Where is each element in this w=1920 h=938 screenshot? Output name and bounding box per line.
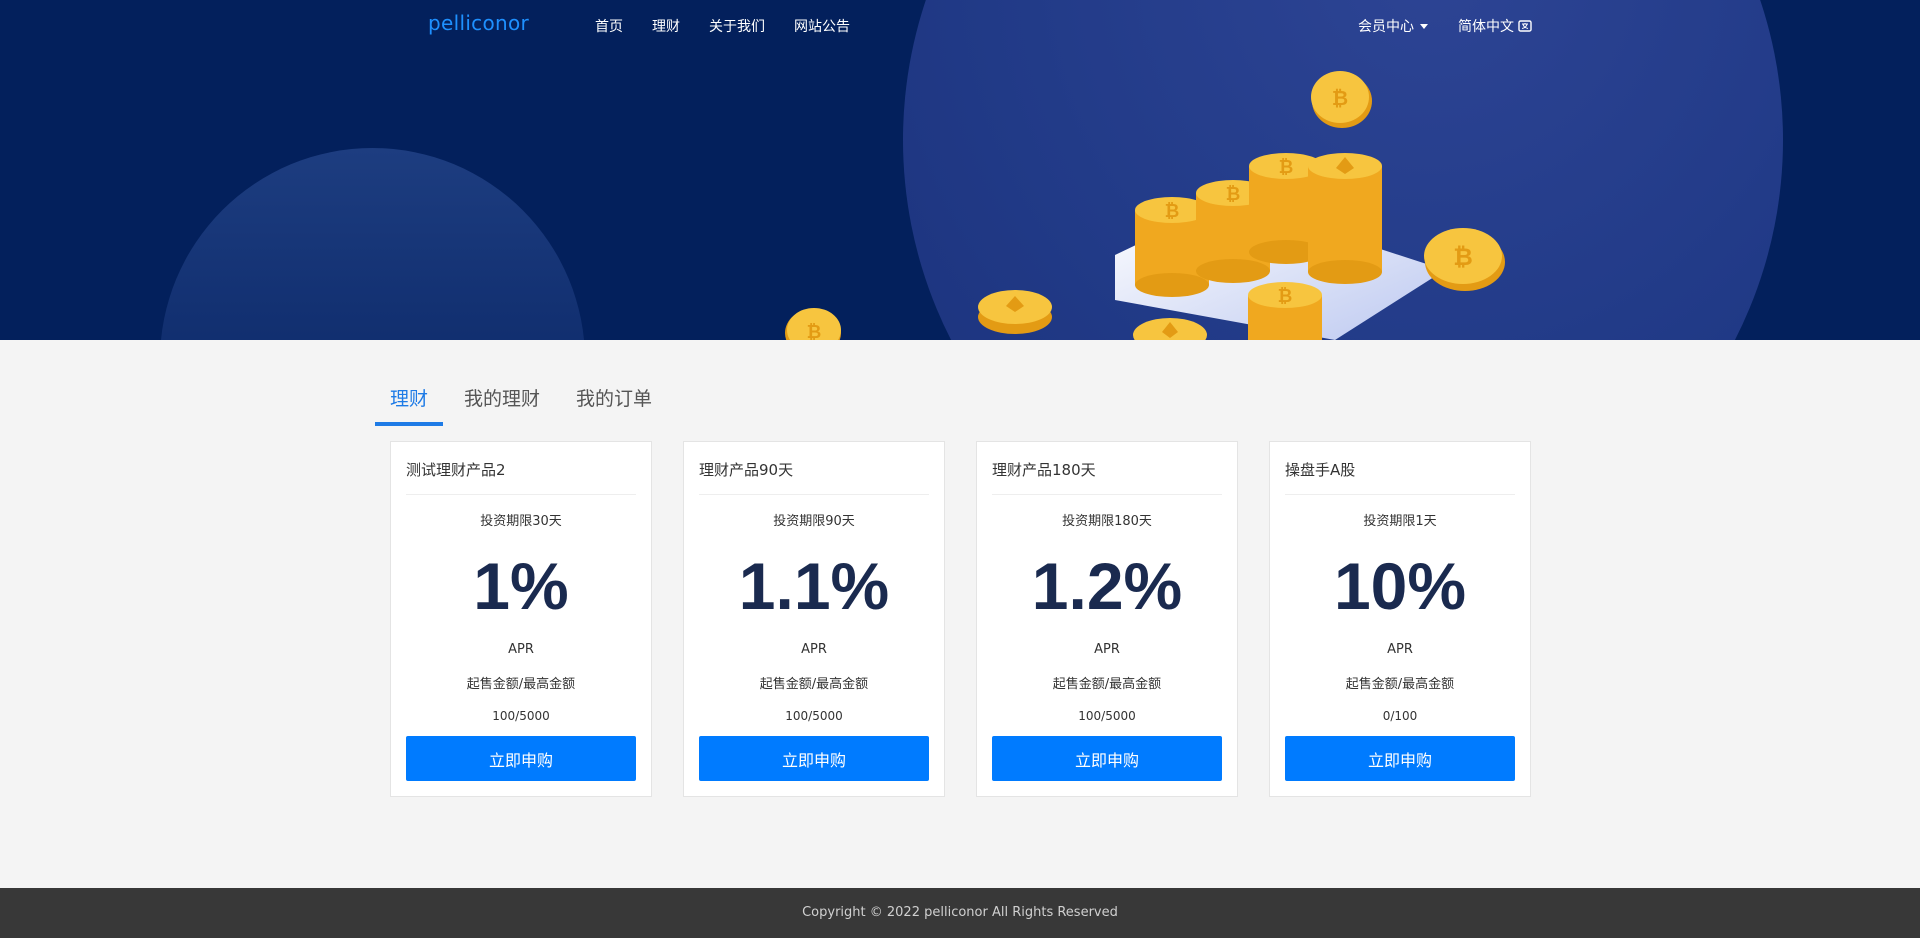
- product-range-label: 起售金额/最高金额: [1052, 677, 1162, 692]
- product-range-label: 起售金额/最高金额: [1345, 677, 1455, 692]
- product-range: 100/5000: [492, 709, 550, 723]
- product-card: 理财产品180天 投资期限180天 1.2% APR 起售金额/最高金额 100…: [976, 441, 1238, 797]
- product-range-label: 起售金额/最高金额: [466, 677, 576, 692]
- member-center-label: 会员中心: [1358, 19, 1414, 35]
- svg-text:₿: ₿: [1332, 86, 1348, 110]
- product-apr-label: APR: [801, 642, 827, 657]
- product-range: 0/100: [1382, 709, 1418, 723]
- product-term: 投资期限30天: [480, 514, 562, 529]
- bitcoin-coin-icon: ₿: [1248, 282, 1322, 340]
- product-apr-label: APR: [1387, 642, 1413, 657]
- product-range: 100/5000: [785, 709, 843, 723]
- product-term: 投资期限180天: [1062, 514, 1152, 529]
- site-logo[interactable]: pelliconor: [428, 11, 529, 35]
- coins-illustration: ₿ ₿ ₿ ₿ ₿ ₿ ₿: [785, 71, 1505, 340]
- subscribe-button[interactable]: 立即申购: [406, 736, 636, 781]
- copyright-text: Copyright © 2022 pelliconor All Rights R…: [802, 905, 1118, 920]
- product-range: 100/5000: [1078, 709, 1136, 723]
- product-apr-label: APR: [1094, 642, 1120, 657]
- language-label: 简体中文: [1458, 19, 1514, 35]
- product-title: 理财产品180天: [992, 442, 1222, 495]
- subscribe-button[interactable]: 立即申购: [992, 736, 1222, 781]
- ethereum-coin-icon: [978, 290, 1052, 334]
- svg-text:₿: ₿: [807, 322, 822, 340]
- product-cards: 测试理财产品2 投资期限30天 1% APR 起售金额/最高金额 100/500…: [390, 441, 1562, 797]
- product-card: 操盘手A股 投资期限1天 10% APR 起售金额/最高金额 0/100 立即申…: [1269, 441, 1531, 797]
- caret-down-icon: [1420, 23, 1428, 29]
- nav-links: 首页 理财 关于我们 网站公告: [595, 16, 879, 36]
- product-rate: 1.1%: [738, 549, 890, 623]
- bitcoin-coin-icon: ₿: [1311, 71, 1372, 128]
- svg-text:₿: ₿: [1279, 157, 1294, 178]
- ethereum-coin-icon: [1133, 318, 1207, 340]
- product-apr-label: APR: [508, 642, 534, 657]
- product-rate: 1.2%: [1031, 549, 1183, 623]
- ethereum-coin-icon: [1308, 153, 1382, 284]
- language-selector[interactable]: 简体中文: [1458, 16, 1532, 36]
- product-tabs: 理财 我的理财 我的订单: [375, 370, 673, 426]
- member-center-dropdown[interactable]: 会员中心: [1358, 16, 1428, 36]
- nav-link-home[interactable]: 首页: [595, 16, 623, 36]
- bitcoin-coin-icon: ₿: [1424, 228, 1505, 291]
- nav-link-announcements[interactable]: 网站公告: [794, 16, 850, 36]
- svg-text:₿: ₿: [1278, 286, 1293, 307]
- tab-finance[interactable]: 理财: [375, 370, 444, 426]
- product-card: 理财产品90天 投资期限90天 1.1% APR 起售金额/最高金额 100/5…: [683, 441, 945, 797]
- product-term: 投资期限90天: [773, 514, 855, 529]
- nav-link-about[interactable]: 关于我们: [709, 16, 765, 36]
- subscribe-button[interactable]: 立即申购: [1285, 736, 1515, 781]
- product-range-label: 起售金额/最高金额: [759, 677, 869, 692]
- tab-my-orders[interactable]: 我的订单: [561, 370, 667, 426]
- product-rate: 10%: [1333, 549, 1467, 623]
- top-nav: pelliconor 首页 理财 关于我们 网站公告 会员中心 简体中文: [0, 0, 1920, 50]
- hero-banner: ₿ ₿ ₿ ₿ ₿ ₿ ₿ pelliconor 首页 理财 关于我们 网站公告…: [0, 0, 1920, 340]
- svg-text:₿: ₿: [1453, 243, 1473, 271]
- product-card: 测试理财产品2 投资期限30天 1% APR 起售金额/最高金额 100/500…: [390, 441, 652, 797]
- nav-link-finance[interactable]: 理财: [652, 16, 680, 36]
- product-title: 测试理财产品2: [406, 442, 636, 495]
- svg-text:₿: ₿: [1226, 184, 1241, 205]
- footer: Copyright © 2022 pelliconor All Rights R…: [0, 888, 1920, 938]
- subscribe-button[interactable]: 立即申购: [699, 736, 929, 781]
- svg-text:₿: ₿: [1165, 201, 1180, 222]
- translate-icon: [1518, 19, 1532, 33]
- product-title: 操盘手A股: [1285, 442, 1515, 495]
- product-term: 投资期限1天: [1363, 514, 1437, 529]
- product-title: 理财产品90天: [699, 442, 929, 495]
- tab-my-finance[interactable]: 我的理财: [449, 370, 555, 426]
- nav-right: 会员中心 简体中文: [1358, 16, 1532, 36]
- bitcoin-coin-icon: ₿: [785, 308, 841, 340]
- product-rate: 1%: [473, 549, 569, 623]
